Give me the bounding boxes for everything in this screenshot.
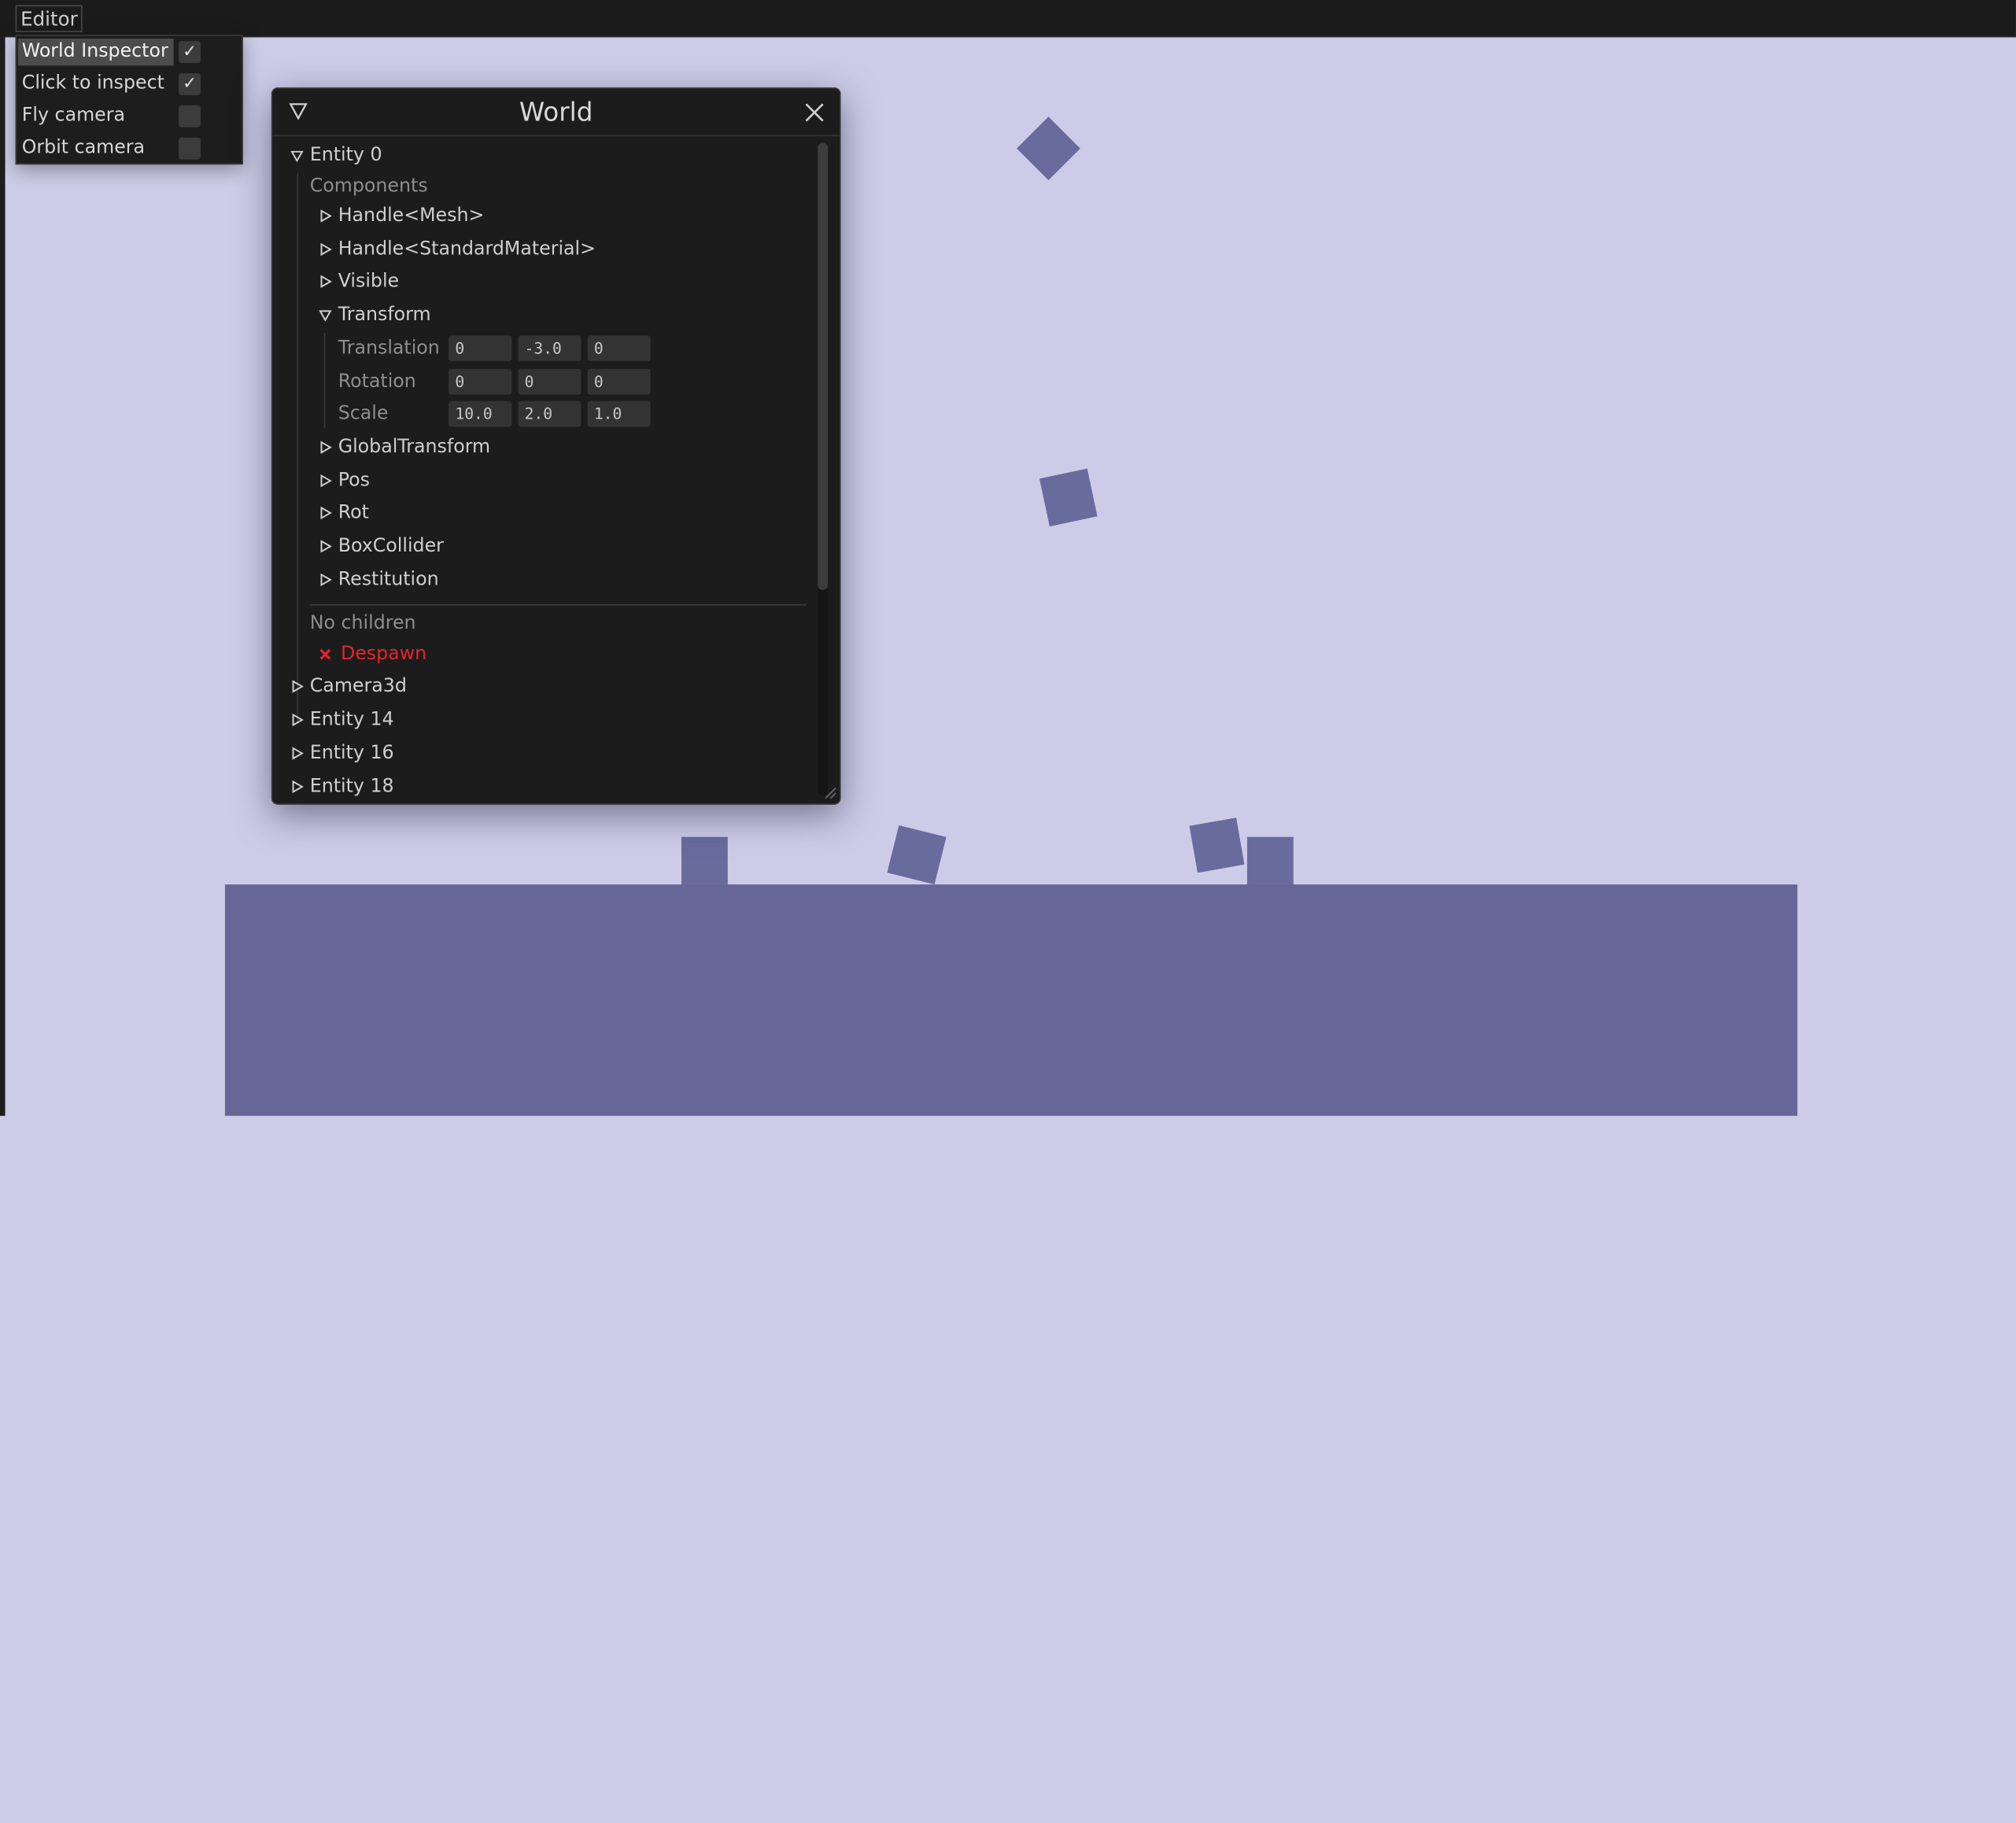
component-box-collider[interactable]: BoxCollider	[319, 532, 576, 560]
click-to-inspect-checkbox[interactable]: ✓	[179, 73, 201, 95]
separator	[309, 603, 807, 606]
falling-cube	[1039, 468, 1098, 527]
menu-item-label: Fly camera	[21, 105, 125, 127]
collapsed-triangle-icon	[320, 474, 332, 488]
translation-label: Translation	[338, 338, 440, 359]
component-transform[interactable]: Transform	[319, 301, 576, 329]
rotation-z-field[interactable]: 0	[587, 368, 651, 395]
menu-item-label: World Inspector	[17, 39, 174, 66]
editor-menu-button[interactable]: Editor	[15, 5, 83, 32]
menu-item-click-to-inspect[interactable]: Click to inspect ✓	[17, 68, 242, 101]
collapsed-triangle-icon	[292, 780, 304, 794]
component-label: Pos	[338, 471, 371, 492]
resize-grip-icon[interactable]	[822, 784, 837, 800]
entity-label: Entity 16	[309, 743, 394, 764]
scale-y-field[interactable]: 2.0	[518, 400, 582, 427]
component-restitution[interactable]: Restitution	[319, 566, 576, 594]
entity-row-entity-16[interactable]: Entity 16	[290, 739, 548, 767]
component-global-transform[interactable]: GlobalTransform	[319, 434, 576, 462]
component-handle-mesh[interactable]: Handle<Mesh>	[319, 202, 576, 231]
component-visible[interactable]: Visible	[319, 268, 576, 296]
component-label: BoxCollider	[338, 536, 444, 557]
close-icon[interactable]	[805, 103, 825, 123]
collapsed-triangle-icon	[320, 209, 332, 223]
falling-cube	[1189, 817, 1245, 873]
component-pos[interactable]: Pos	[319, 467, 576, 495]
world-inspector-window: World Entity 0 Components Handle<Mesh> H…	[271, 87, 841, 805]
ground-plane	[224, 884, 1798, 1116]
component-label: Transform	[338, 304, 431, 326]
entity-label: Entity 14	[309, 709, 394, 731]
component-label: Restitution	[338, 569, 439, 590]
menu-bar	[0, 0, 2016, 38]
scrollbar[interactable]	[818, 142, 829, 796]
collapsed-triangle-icon	[292, 747, 304, 760]
components-heading: Components	[309, 175, 428, 197]
collapsed-triangle-icon	[320, 573, 332, 587]
collapsed-triangle-icon	[320, 275, 332, 288]
menu-item-world-inspector[interactable]: World Inspector ✓	[17, 36, 242, 68]
despawn-button[interactable]: Despawn	[319, 640, 473, 669]
menu-item-label: Click to inspect	[21, 73, 164, 94]
collapsed-triangle-icon	[320, 540, 332, 553]
entity-label: Entity 0	[309, 145, 382, 166]
resting-cube	[681, 836, 728, 886]
editor-dropdown: World Inspector ✓ Click to inspect ✓ Fly…	[15, 35, 243, 165]
window-title-bar[interactable]: World	[272, 89, 840, 137]
resting-cube	[1246, 836, 1294, 886]
fly-camera-checkbox[interactable]	[179, 105, 201, 127]
orbit-camera-checkbox[interactable]	[179, 137, 201, 160]
component-label: Handle<Mesh>	[338, 205, 485, 227]
scale-label: Scale	[338, 404, 389, 425]
entity-label: Entity 18	[309, 776, 394, 798]
entity-row-camera3d[interactable]: Camera3d	[290, 673, 548, 701]
expanded-triangle-icon	[319, 310, 332, 322]
tree-guide-line	[323, 333, 326, 429]
component-label: Rot	[338, 502, 369, 523]
scrollbar-thumb[interactable]	[818, 142, 829, 590]
entity-row-entity-0[interactable]: Entity 0	[290, 142, 548, 170]
expanded-triangle-icon	[290, 150, 304, 162]
falling-cube	[1017, 116, 1080, 181]
scale-z-field[interactable]: 1.0	[587, 400, 651, 427]
collapsed-triangle-icon	[292, 680, 304, 693]
component-label: GlobalTransform	[338, 437, 491, 458]
component-label: Handle<StandardMaterial>	[338, 238, 596, 260]
translation-z-field[interactable]: 0	[587, 335, 651, 362]
falling-cube	[887, 825, 947, 885]
menu-item-label: Orbit camera	[21, 137, 146, 158]
rotation-label: Rotation	[338, 371, 416, 393]
component-handle-standard-material[interactable]: Handle<StandardMaterial>	[319, 235, 653, 264]
world-inspector-checkbox[interactable]: ✓	[179, 41, 201, 64]
component-label: Visible	[338, 271, 400, 292]
menu-item-orbit-camera[interactable]: Orbit camera	[17, 132, 242, 164]
window-title: World	[519, 96, 593, 127]
despawn-label: Despawn	[340, 644, 427, 665]
collapsed-triangle-icon	[292, 713, 304, 727]
close-x-icon	[319, 648, 331, 660]
translation-y-field[interactable]: -3.0	[518, 335, 582, 362]
collapsed-triangle-icon	[320, 441, 332, 454]
no-children-label: No children	[309, 613, 416, 634]
entity-label: Camera3d	[309, 676, 407, 697]
rotation-x-field[interactable]: 0	[449, 368, 512, 395]
menu-item-fly-camera[interactable]: Fly camera	[17, 100, 242, 132]
entity-row-entity-14[interactable]: Entity 14	[290, 706, 548, 734]
window-edge	[0, 35, 6, 1116]
collapsed-triangle-icon	[320, 506, 332, 520]
collapsed-triangle-icon	[320, 242, 332, 256]
translation-x-field[interactable]: 0	[449, 335, 512, 362]
tree-guide-line	[297, 173, 299, 724]
component-rot[interactable]: Rot	[319, 499, 576, 527]
rotation-y-field[interactable]: 0	[518, 368, 582, 395]
entity-row-entity-18[interactable]: Entity 18	[290, 773, 548, 801]
scale-x-field[interactable]: 10.0	[449, 400, 512, 427]
